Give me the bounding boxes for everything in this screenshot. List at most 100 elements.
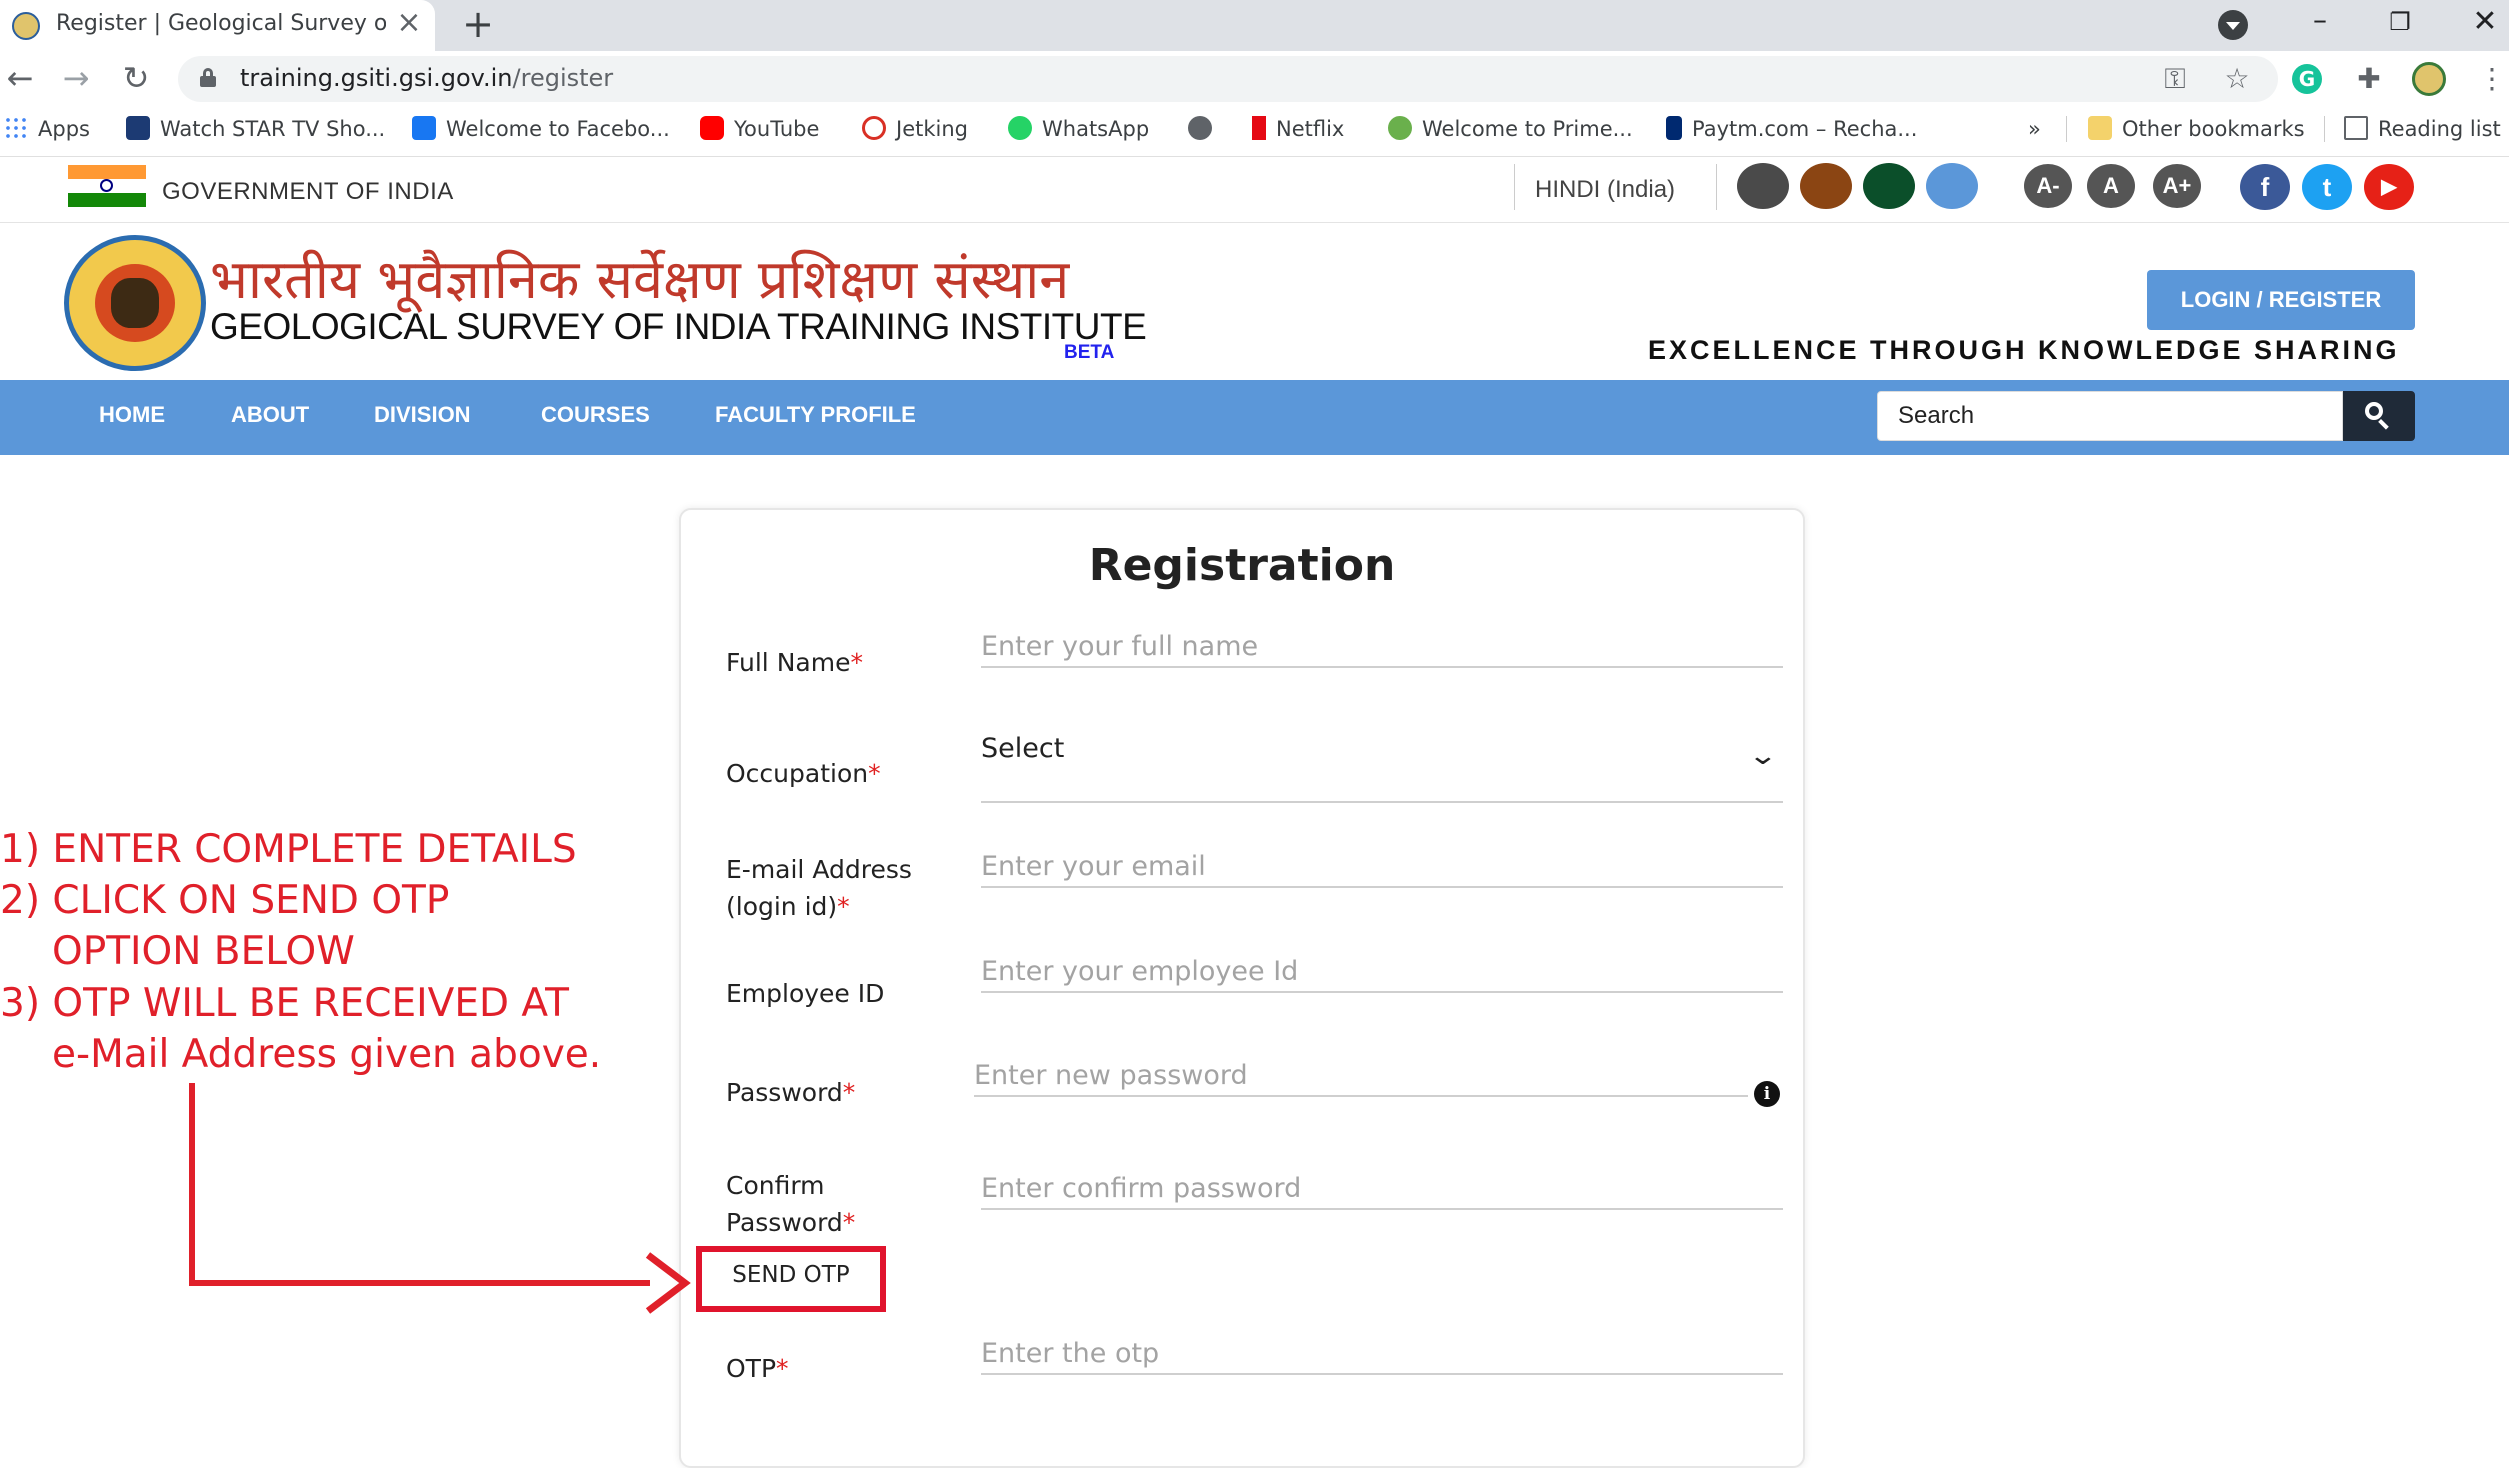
password-field[interactable] <box>974 1055 1748 1097</box>
tagline: EXCELLENCE THROUGH KNOWLEDGE SHARING <box>1648 335 2400 365</box>
required-mark: * <box>776 1354 789 1383</box>
bookmark-facebook[interactable]: Welcome to Facebo... <box>412 114 670 144</box>
nav-about[interactable]: ABOUT <box>231 402 309 428</box>
theme-blue-button[interactable] <box>1926 163 1978 209</box>
url-text[interactable]: training.gsiti.gsi.gov.in/register <box>240 64 613 92</box>
other-bookmarks[interactable]: Other bookmarks <box>2088 114 2305 144</box>
bookmark-star-tv[interactable]: Watch STAR TV Sho... <box>126 114 385 144</box>
government-label: GOVERNMENT OF INDIA <box>162 178 454 205</box>
institute-name-english: GEOLOGICAL SURVEY OF INDIA TRAINING INST… <box>210 306 1147 347</box>
email-field[interactable] <box>981 846 1783 888</box>
label-text: Password <box>726 1208 843 1237</box>
apps-grid-icon <box>4 116 28 140</box>
url-path: /register <box>512 64 614 92</box>
bookmark-apps[interactable]: Apps <box>4 114 90 144</box>
label-text: Full Name <box>726 648 851 677</box>
bookmark-label: Welcome to Facebo... <box>446 117 670 141</box>
label-text: OTP <box>726 1354 777 1383</box>
reload-icon[interactable]: ↻ <box>116 58 156 98</box>
bookmark-youtube[interactable]: YouTube <box>700 114 819 144</box>
new-tab-button[interactable]: + <box>458 4 498 44</box>
nav-faculty-profile[interactable]: FACULTY PROFILE <box>715 402 916 428</box>
language-toggle[interactable]: HINDI (India) <box>1535 176 1675 204</box>
tab-search-icon[interactable] <box>2218 10 2248 40</box>
full-name-field[interactable] <box>981 626 1783 668</box>
grammarly-extension-icon[interactable]: G <box>2292 64 2322 94</box>
bookmark-jetking[interactable]: Jetking <box>862 114 968 144</box>
bookmark-label: Paytm.com – Recha... <box>1692 117 1918 141</box>
info-icon[interactable]: i <box>1754 1081 1780 1107</box>
font-increase-button[interactable]: A+ <box>2153 164 2201 208</box>
search-input[interactable]: Search <box>1877 391 2343 441</box>
bookmark-whatsapp[interactable]: WhatsApp <box>1008 114 1149 144</box>
bookmark-prime[interactable]: Welcome to Prime... <box>1388 114 1633 144</box>
annotation-step-2: 2) CLICK ON SEND OTP <box>0 878 450 923</box>
youtube-icon <box>700 116 724 140</box>
beta-badge: BETA <box>1064 342 1115 363</box>
bookmark-label: Apps <box>38 117 90 141</box>
full-name-label: Full Name* <box>726 644 863 681</box>
power-icon <box>862 116 886 140</box>
employee-id-field[interactable] <box>981 951 1783 993</box>
confirm-password-field[interactable] <box>981 1168 1783 1210</box>
font-normal-button[interactable]: A <box>2087 164 2135 208</box>
theme-green-button[interactable] <box>1863 163 1915 209</box>
minimize-icon[interactable]: – <box>2300 0 2340 44</box>
lock-icon[interactable] <box>200 68 216 87</box>
theme-dark-grey-button[interactable] <box>1737 163 1789 209</box>
login-register-button[interactable]: LOGIN / REGISTER <box>2147 270 2415 330</box>
extensions-puzzle-icon[interactable]: ✚ <box>2352 62 2386 96</box>
profile-avatar[interactable] <box>2412 62 2446 96</box>
bookmark-label: YouTube <box>734 117 820 141</box>
bookmark-label: Watch STAR TV Sho... <box>160 117 386 141</box>
required-mark: * <box>868 759 881 788</box>
nav-home[interactable]: HOME <box>99 402 165 428</box>
youtube-icon[interactable]: ▶ <box>2364 164 2414 210</box>
occupation-label: Occupation* <box>726 755 881 792</box>
window-close-icon[interactable]: ✕ <box>2465 0 2505 44</box>
bookmark-label: Netflix <box>1276 117 1345 141</box>
restore-icon[interactable]: ❐ <box>2380 0 2420 44</box>
theme-brown-button[interactable] <box>1800 163 1852 209</box>
bookmark-label: Other bookmarks <box>2122 117 2305 141</box>
send-otp-button[interactable]: SEND OTP <box>696 1246 886 1312</box>
otp-field[interactable] <box>981 1333 1783 1375</box>
tab-title: Register | Geological Survey of India Tr… <box>56 11 386 36</box>
paytm-icon <box>1666 116 1682 140</box>
back-arrow-icon[interactable]: ← <box>0 58 40 98</box>
globe-icon <box>1188 116 1212 140</box>
font-decrease-button[interactable]: A- <box>2024 164 2072 208</box>
forward-arrow-icon[interactable]: → <box>56 58 96 98</box>
nav-division[interactable]: DIVISION <box>374 402 471 428</box>
chevron-down-icon[interactable]: ⌄ <box>1748 741 1779 771</box>
institute-name-hindi: भारतीय भूवैज्ञानिक सर्वेक्षण प्रशिक्षण स… <box>210 248 1070 311</box>
annotation-step-3: 3) OTP WILL BE RECEIVED AT <box>0 981 569 1026</box>
required-mark: * <box>842 1078 856 1107</box>
required-mark: * <box>837 892 850 921</box>
menu-kebab-icon[interactable]: ⋮ <box>2475 62 2509 96</box>
employee-id-label: Employee ID <box>726 979 885 1008</box>
folder-icon <box>2088 116 2112 140</box>
nav-courses[interactable]: COURSES <box>541 402 650 428</box>
bookmark-globe[interactable] <box>1188 114 1222 144</box>
twitter-icon[interactable]: t <box>2302 164 2352 210</box>
confirm-password-label: Confirm Password* <box>726 1167 855 1241</box>
bookmark-netflix[interactable]: Netflix <box>1252 114 1344 144</box>
play-icon <box>1388 116 1412 140</box>
bookmarks-divider <box>2066 116 2067 142</box>
bookmarks-overflow-icon[interactable]: » <box>2028 114 2041 144</box>
bookmark-star-icon[interactable]: ☆ <box>2220 62 2254 96</box>
search-button[interactable] <box>2343 391 2415 441</box>
occupation-select[interactable]: Select <box>981 733 1783 803</box>
bookmark-label: Welcome to Prime... <box>1422 117 1633 141</box>
india-flag-icon <box>68 165 146 207</box>
close-tab-icon[interactable]: × <box>390 4 428 42</box>
facebook-icon[interactable]: f <box>2240 164 2290 210</box>
bookmarks-divider <box>2324 116 2325 142</box>
reading-list-icon <box>2344 116 2368 140</box>
divider <box>1716 164 1717 210</box>
key-icon[interactable]: ⚿ <box>2158 62 2192 96</box>
otp-label: OTP* <box>726 1350 789 1387</box>
reading-list[interactable]: Reading list <box>2344 114 2501 144</box>
bookmark-paytm[interactable]: Paytm.com – Recha... <box>1666 114 1917 144</box>
